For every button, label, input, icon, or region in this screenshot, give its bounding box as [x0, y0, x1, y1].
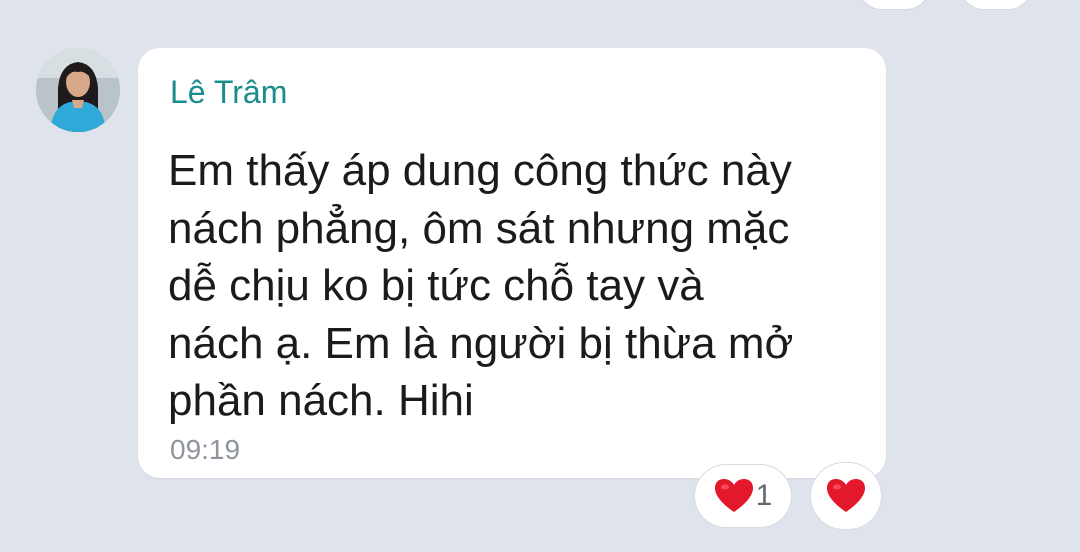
react-heart-button[interactable] — [810, 462, 882, 530]
message-line: nách phẳng, ôm sát nhưng mặc — [168, 203, 790, 253]
avatar[interactable] — [36, 48, 120, 132]
avatar-image — [36, 48, 120, 132]
message-timestamp: 09:19 — [170, 434, 241, 465]
heart-icon — [714, 478, 754, 514]
reaction-summary-pill[interactable]: 1 — [694, 464, 792, 528]
message-bubble[interactable]: Lê Trâm Em thấy áp dung công thức này ná… — [138, 48, 886, 478]
message-line: dễ chịu ko bị tức chỗ tay và — [168, 261, 704, 310]
sender-name[interactable]: Lê Trâm — [170, 72, 287, 112]
heart-icon — [826, 478, 866, 514]
message-line: phần nách. Hihi — [168, 376, 474, 425]
message-line: Em thấy áp dung công thức này — [168, 146, 792, 195]
message-line: nách ạ. Em là người bị thừa mở — [168, 318, 794, 368]
previous-reaction-button[interactable] — [960, 0, 1032, 10]
message-text: Em thấy áp dung công thức này nách phẳng… — [168, 142, 858, 430]
reaction-count: 1 — [755, 479, 773, 512]
previous-reaction-pill[interactable] — [858, 0, 930, 10]
